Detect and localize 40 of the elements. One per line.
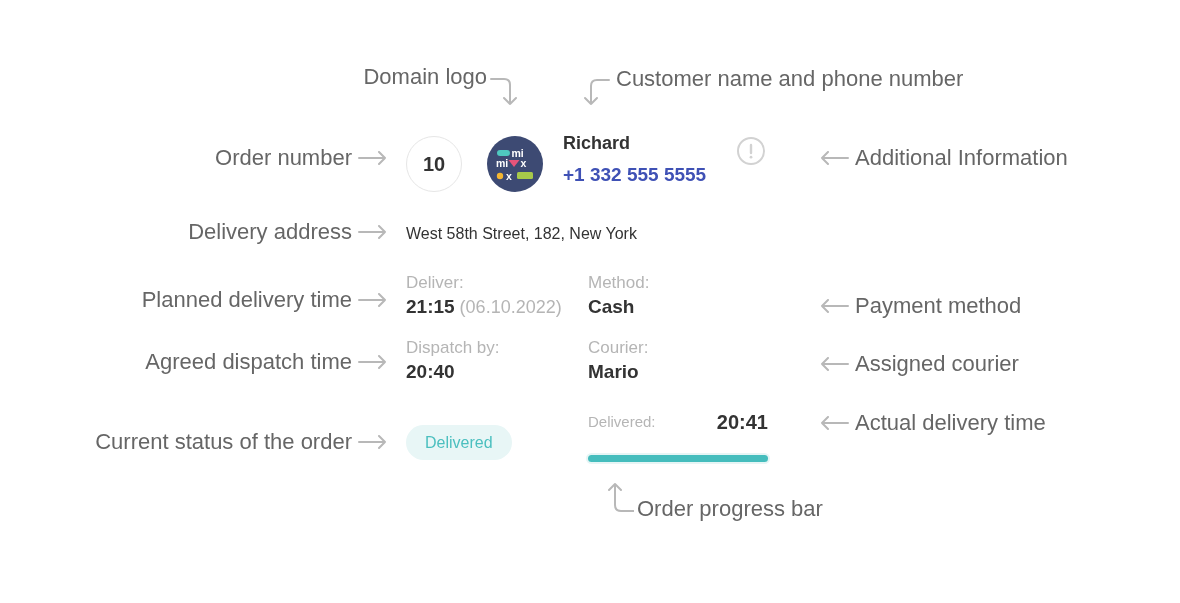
callout-label: Customer name and phone number (616, 65, 964, 93)
field-label: Deliver: (406, 273, 464, 293)
field-label: Method: (588, 273, 650, 293)
arrow-right-icon (358, 151, 387, 165)
delivery-address: West 58th Street, 182, New York (406, 225, 637, 242)
arrow-right-icon (358, 225, 387, 239)
arrow-right-icon (358, 293, 387, 307)
delivery-date: (06.10.2022) (459, 296, 562, 319)
arrow-right-icon (358, 435, 387, 449)
callout-label: Domain logo (363, 63, 487, 91)
callout-label: Planned delivery time (141, 286, 352, 314)
delivery-time: 21:15 (406, 295, 455, 319)
bent-arrow-down-icon (490, 76, 518, 106)
callout-label: Delivery address (188, 218, 352, 246)
callout-label: Assigned courier (855, 350, 1019, 378)
delivered-time: 20:41 (716, 412, 768, 432)
payment-method: Cash (588, 295, 635, 319)
customer-name: Richard (563, 132, 631, 155)
callout-label: Actual delivery time (855, 409, 1046, 437)
field-label: Courier: (588, 338, 649, 358)
info-icon[interactable] (737, 137, 765, 165)
arrow-left-icon (820, 416, 849, 430)
callout-label: Agreed dispatch time (145, 348, 352, 376)
bent-arrow-down-icon (583, 76, 610, 106)
domain-logo: mi mi x x (487, 136, 543, 192)
arrow-left-icon (820, 299, 849, 313)
callout-label: Additional Information (855, 144, 1068, 172)
arrow-right-icon (358, 355, 387, 369)
callout-label: Current status of the order (95, 428, 352, 456)
callout-label: Order number (215, 144, 352, 172)
callout-label: Order progress bar (637, 495, 823, 523)
status-badge: Delivered (406, 425, 512, 460)
arrow-left-icon (820, 151, 849, 165)
courier-name: Mario (588, 360, 639, 384)
phone-number[interactable]: +1 332 555 5555 (563, 161, 707, 189)
callout-label: Payment method (855, 292, 1022, 320)
arrow-left-icon (820, 357, 849, 371)
dispatch-time: 20:40 (406, 360, 455, 384)
field-label: Dispatch by: (406, 338, 500, 358)
field-label: Delivered: (588, 412, 656, 432)
